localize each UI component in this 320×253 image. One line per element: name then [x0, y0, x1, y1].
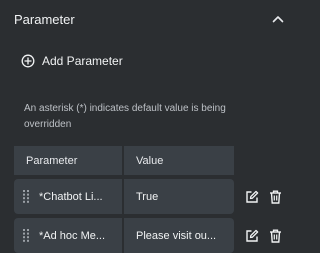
add-parameter-label: Add Parameter — [42, 54, 123, 68]
value-cell[interactable]: Please visit ou... — [124, 218, 234, 253]
parameter-cell[interactable]: *Ad hoc Me... — [14, 218, 122, 253]
parameter-panel: Parameter Add Parameter An asterisk (*) … — [0, 0, 294, 253]
table-row: *Chatbot Li... True — [14, 179, 294, 214]
add-parameter-button[interactable]: Add Parameter — [21, 54, 123, 68]
section-header[interactable]: Parameter — [14, 9, 286, 29]
trash-icon[interactable] — [268, 229, 282, 243]
row-actions — [245, 190, 282, 204]
parameter-name: *Ad hoc Me... — [39, 229, 106, 242]
drag-handle-icon[interactable] — [22, 190, 30, 204]
table-header: Parameter Value — [14, 146, 294, 175]
drag-handle-icon[interactable] — [22, 229, 30, 243]
section-title: Parameter — [14, 11, 75, 27]
row-actions — [245, 229, 282, 243]
value-cell[interactable]: True — [124, 179, 234, 214]
table-row: *Ad hoc Me... Please visit ou... — [14, 218, 294, 253]
column-header-parameter: Parameter — [14, 146, 122, 175]
plus-circle-icon — [21, 54, 35, 68]
override-note: An asterisk (*) indicates default value … — [24, 103, 226, 130]
parameter-value: True — [136, 190, 159, 203]
parameter-name: *Chatbot Li... — [39, 190, 103, 203]
parameter-value: Please visit ou... — [136, 229, 217, 242]
edit-icon[interactable] — [245, 229, 259, 243]
trash-icon[interactable] — [268, 190, 282, 204]
edit-icon[interactable] — [245, 190, 259, 204]
parameter-table: Parameter Value *Chatbot Li... True *Ad … — [14, 146, 294, 253]
column-header-value: Value — [124, 146, 234, 175]
chevron-up-icon[interactable] — [270, 11, 286, 27]
parameter-cell[interactable]: *Chatbot Li... — [14, 179, 122, 214]
